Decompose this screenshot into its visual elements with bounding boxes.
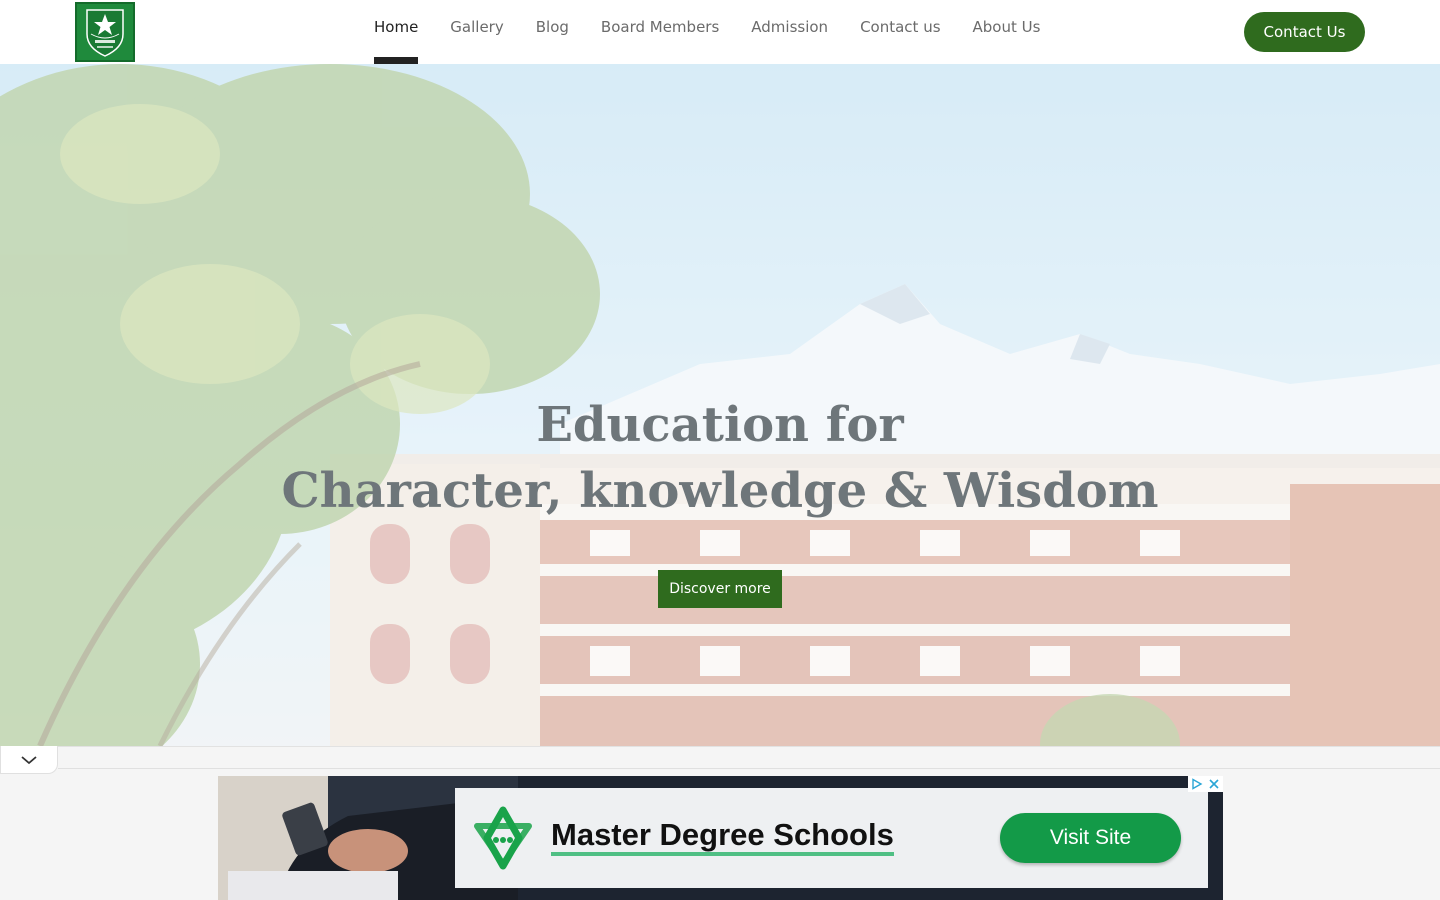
ad-card[interactable]: Master Degree Schools Visit Site — [455, 788, 1208, 888]
hero-section: Education for Character, knowledge & Wis… — [0, 64, 1440, 746]
discover-more-button[interactable]: Discover more — [658, 570, 782, 608]
school-logo[interactable] — [75, 2, 135, 62]
hero-title-line-1: Education for — [536, 397, 904, 453]
atom-logo-icon — [474, 806, 532, 870]
contact-us-button[interactable]: Contact Us — [1244, 12, 1365, 52]
close-icon[interactable] — [1208, 778, 1220, 790]
ad-title[interactable]: Master Degree Schools — [551, 818, 894, 856]
hero-title-line-2: Character, knowledge & Wisdom — [281, 463, 1159, 519]
main-nav: Home Gallery Blog Board Members Admissio… — [358, 0, 1056, 64]
ad-collapse-button[interactable] — [0, 746, 58, 774]
nav-about-us[interactable]: About Us — [957, 0, 1057, 64]
visit-site-button[interactable]: Visit Site — [1000, 813, 1181, 863]
nav-gallery[interactable]: Gallery — [434, 0, 519, 64]
school-crest-icon — [86, 9, 124, 57]
chevron-down-icon — [21, 755, 37, 764]
ad-brand-logo — [469, 804, 537, 877]
nav-board-members[interactable]: Board Members — [585, 0, 735, 64]
nav-contact-us[interactable]: Contact us — [844, 0, 956, 64]
nav-home[interactable]: Home — [358, 0, 434, 64]
ad-divider — [58, 768, 1440, 769]
play-triangle-icon[interactable] — [1191, 778, 1203, 790]
ad-choices-badge[interactable] — [1188, 776, 1223, 792]
nav-admission[interactable]: Admission — [735, 0, 844, 64]
nav-blog[interactable]: Blog — [520, 0, 585, 64]
site-header: Home Gallery Blog Board Members Admissio… — [0, 0, 1440, 64]
ad-banner[interactable]: Master Degree Schools Visit Site — [218, 776, 1223, 900]
